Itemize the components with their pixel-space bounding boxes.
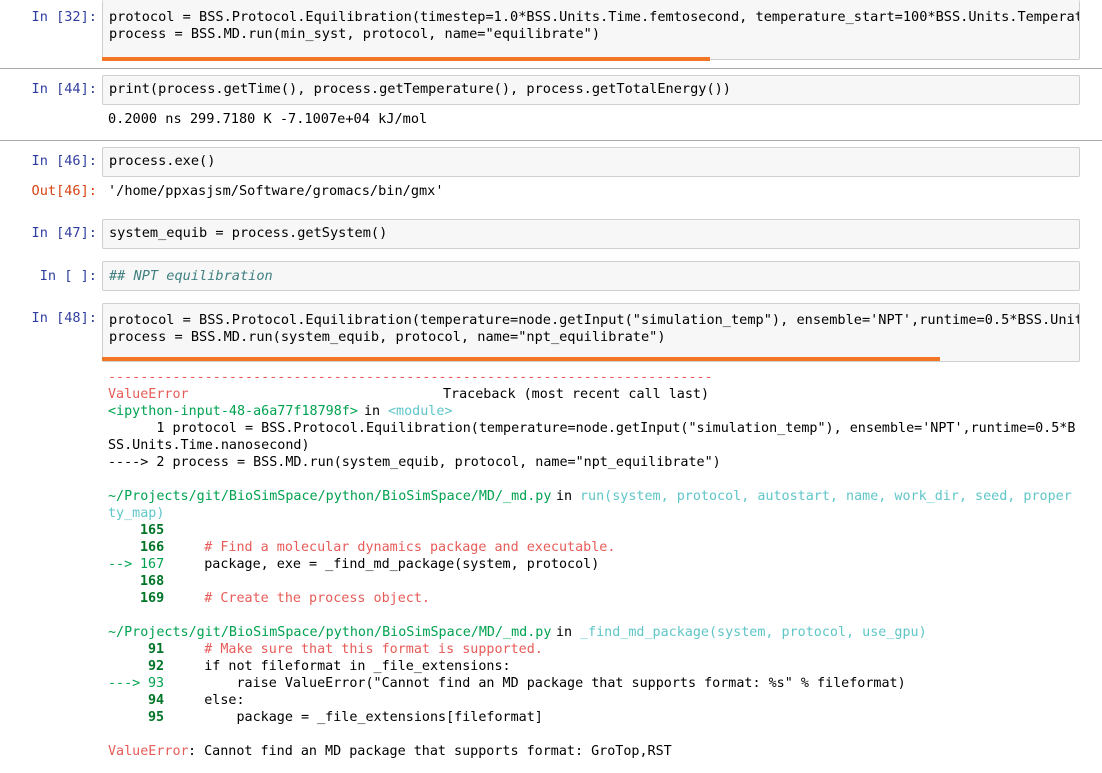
frame-arrow: ---> [108, 676, 149, 691]
code-cell-46[interactable]: In [46]: process.exe() Out[46]: '/home/p… [0, 146, 1102, 208]
code-cell-32[interactable]: In [32]: protocol = BSS.Protocol.Equilib… [0, 0, 1102, 66]
input-prompt: In [44]: [31, 81, 97, 97]
final-error-message: : Cannot find an MD package that support… [188, 744, 672, 759]
line-number: 166 [140, 540, 165, 555]
code-line: process = BSS.MD.run(system_equib, proto… [109, 329, 666, 345]
final-error-name: ValueError [108, 744, 189, 759]
traceback-line: SS.Units.Time.nanosecond) [108, 438, 310, 453]
traceback-dashes: ----------------------------------------… [108, 370, 713, 385]
line-code: if not fileformat in _file_extensions: [172, 659, 511, 674]
code-line: process = BSS.MD.run(min_syst, protocol,… [109, 26, 601, 42]
frame-module: <module> [388, 404, 453, 419]
line-number: 93 [148, 676, 165, 691]
frame-signature: run(system, protocol, autostart, name, w… [580, 489, 1072, 504]
code-cell-empty[interactable]: In [ ]: ## NPT equilibration [0, 260, 1102, 294]
running-progress-bar [102, 57, 710, 61]
code-line: process.exe() [109, 153, 216, 169]
frame-arrow [108, 539, 140, 556]
code-line: ## NPT equilibration [109, 268, 273, 284]
output-prompt: Out[46]: [31, 183, 97, 199]
line-code: raise ValueError("Cannot find an MD pack… [172, 676, 906, 691]
frame-arrow [108, 658, 148, 675]
code-input[interactable]: system_equib = process.getSystem() [102, 219, 1080, 249]
code-line: protocol = BSS.Protocol.Equilibration(ti… [109, 9, 1080, 25]
input-prompt: In [46]: [31, 153, 97, 169]
code-line: protocol = BSS.Protocol.Equilibration(te… [109, 312, 1080, 328]
traceback-title: Traceback (most recent call last) [443, 387, 710, 402]
line-number: 91 [148, 642, 165, 657]
running-progress-bar [102, 357, 940, 361]
code-cell-47[interactable]: In [47]: system_equib = process.getSyste… [0, 218, 1102, 252]
line-number: 94 [148, 693, 165, 708]
line-number: 165 [140, 523, 165, 538]
frame-signature: _find_md_package(system, protocol, use_g… [580, 625, 927, 640]
frame-in: in [556, 625, 573, 640]
line-code: else: [172, 693, 245, 708]
traceback-line: ----> 2 process = BSS.MD.run(system_equi… [108, 455, 721, 470]
frame-arrow [108, 590, 140, 607]
code-line: print(process.getTime(), process.getTemp… [109, 81, 731, 97]
input-prompt: In [ ]: [39, 268, 97, 284]
code-input[interactable]: protocol = BSS.Protocol.Equilibration(te… [102, 303, 1080, 362]
code-line: system_equib = process.getSystem() [109, 225, 388, 241]
frame-file: ~/Projects/git/BioSimSpace/python/BioSim… [108, 489, 552, 504]
code-input[interactable]: process.exe() [102, 147, 1080, 177]
line-number: 95 [148, 710, 165, 725]
line-code: # Make sure that this format is supporte… [172, 642, 543, 657]
frame-arrow [108, 692, 148, 709]
line-code: package = _file_extensions[fileformat] [172, 710, 543, 725]
code-input[interactable]: ## NPT equilibration [102, 261, 1080, 291]
code-input[interactable]: protocol = BSS.Protocol.Equilibration(ti… [102, 0, 1080, 60]
line-number: 168 [140, 574, 165, 589]
cell-output: 0.2000 ns 299.7180 K -7.1007e+04 kJ/mol [108, 111, 428, 127]
frame-signature-cont: ty_map) [108, 506, 165, 521]
frame-file: <ipython-input-48-a6a77f18798f> [108, 404, 358, 419]
line-code: # Find a molecular dynamics package and … [172, 540, 616, 555]
line-number: 92 [148, 659, 165, 674]
line-number: 167 [140, 557, 165, 572]
input-prompt: In [32]: [31, 9, 97, 25]
code-cell-48[interactable]: In [48]: protocol = BSS.Protocol.Equilib… [0, 302, 1102, 362]
error-name: ValueError [108, 387, 189, 402]
input-prompt: In [47]: [31, 225, 97, 241]
input-prompt: In [48]: [31, 310, 97, 326]
frame-arrow [108, 573, 140, 590]
code-cell-44[interactable]: In [44]: print(process.getTime(), proces… [0, 68, 1102, 140]
frame-in: in [364, 404, 381, 419]
code-input[interactable]: print(process.getTime(), process.getTemp… [102, 75, 1080, 105]
traceback-line: 1 protocol = BSS.Protocol.Equilibration(… [108, 421, 1076, 436]
frame-arrow [108, 641, 148, 658]
frame-arrow: --> [108, 557, 141, 572]
frame-file: ~/Projects/git/BioSimSpace/python/BioSim… [108, 625, 552, 640]
line-code: package, exe = _find_md_package(system, … [172, 557, 600, 572]
line-number: 169 [140, 591, 165, 606]
frame-in: in [556, 489, 573, 504]
cell-output: '/home/ppxasjsm/Software/gromacs/bin/gmx… [108, 183, 444, 199]
frame-arrow [108, 709, 148, 726]
frame-arrow [108, 522, 140, 539]
line-code: # Create the process object. [172, 591, 430, 606]
